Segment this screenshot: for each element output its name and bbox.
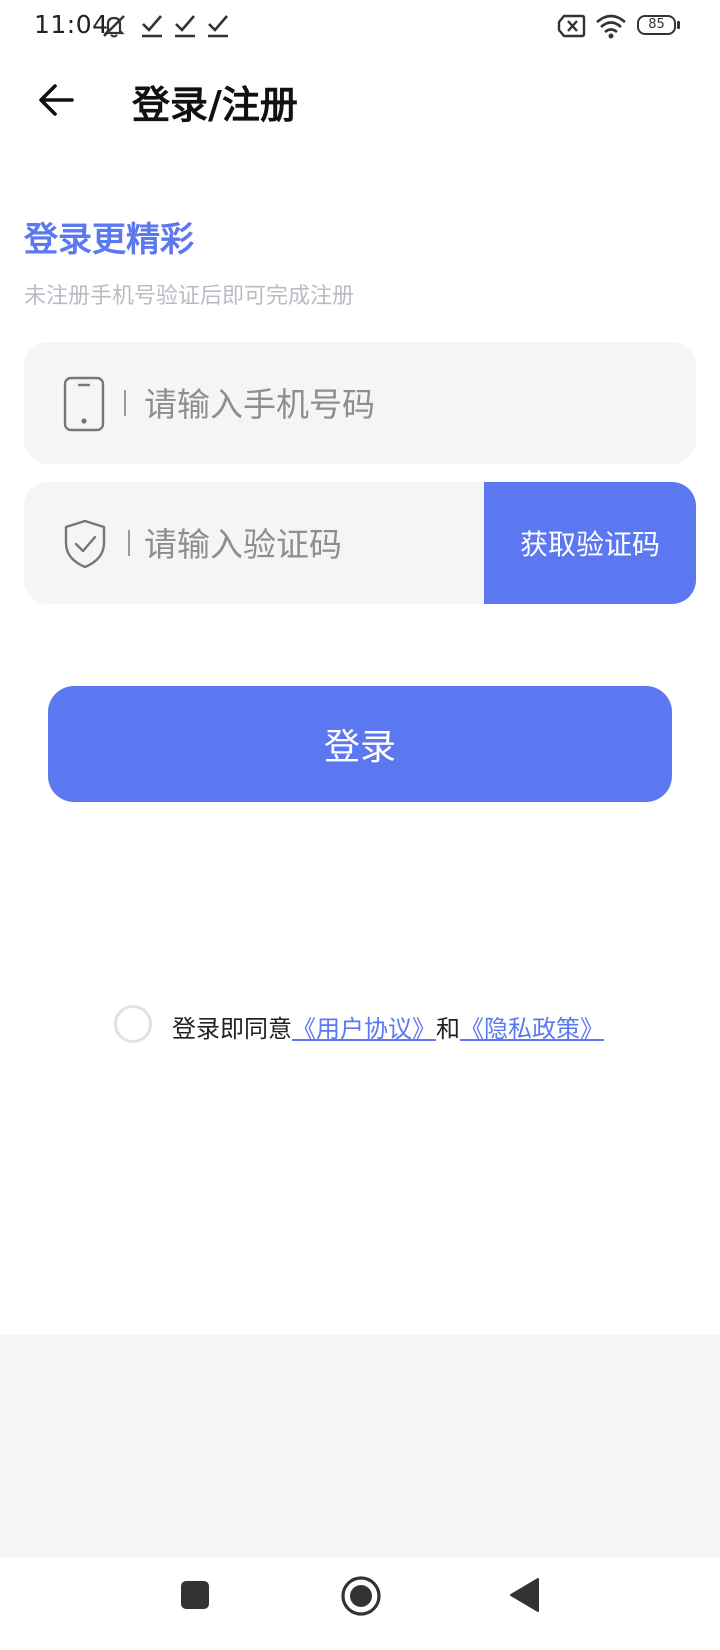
mute-icon — [103, 15, 125, 38]
bottom-spacer — [0, 1335, 720, 1557]
wifi-icon — [596, 14, 626, 39]
battery-icon: 85 — [637, 15, 676, 35]
check-icon — [208, 15, 228, 38]
login-button[interactable]: 登录 — [48, 686, 672, 802]
user-agreement-link[interactable]: 《用户协议》 — [292, 1015, 436, 1043]
get-code-button[interactable]: 获取验证码 — [484, 482, 696, 604]
input-divider — [124, 390, 126, 416]
login-subtext: 未注册手机号验证后即可完成注册 — [24, 284, 355, 309]
navigation-bar — [0, 1557, 720, 1650]
verification-code-field[interactable]: 获取验证码 — [24, 482, 696, 604]
agreement-connector: 和 — [436, 1015, 460, 1043]
sim-off-icon — [557, 14, 586, 38]
login-heading: 登录更精彩 — [24, 220, 194, 260]
check-icon — [142, 15, 162, 38]
status-bar: 11:04 85 — [0, 0, 720, 56]
recents-square-icon[interactable] — [180, 1580, 210, 1610]
back-triangle-icon[interactable] — [508, 1577, 540, 1613]
agreement-prefix: 登录即同意 — [172, 1015, 292, 1043]
agreement-text: 登录即同意《用户协议》和《隐私政策》 — [172, 1009, 604, 1044]
phone-icon — [63, 376, 105, 432]
check-icon — [175, 15, 195, 38]
input-divider — [128, 530, 130, 556]
shield-check-icon — [64, 519, 106, 569]
arrow-left-icon[interactable] — [36, 78, 76, 122]
home-circle-icon[interactable] — [340, 1575, 382, 1617]
battery-tip — [677, 21, 680, 29]
status-time: 11:04 — [34, 10, 109, 39]
phone-field[interactable] — [24, 342, 696, 464]
agreement-radio[interactable] — [114, 1005, 152, 1043]
verification-code-input[interactable] — [142, 520, 476, 568]
page-title: 登录/注册 — [132, 83, 298, 127]
phone-input[interactable] — [142, 380, 666, 428]
privacy-policy-link[interactable]: 《隐私政策》 — [460, 1015, 604, 1043]
